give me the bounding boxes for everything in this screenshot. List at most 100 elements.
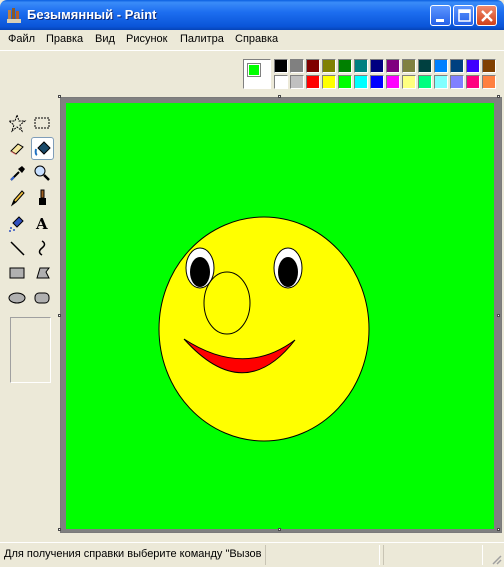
color-swatch[interactable] [306,75,320,89]
free-form-select-icon [7,113,27,133]
color-swatch[interactable] [466,75,480,89]
line-icon [10,241,25,256]
drawing-canvas[interactable] [66,103,494,529]
smiley-face [158,216,370,442]
polygon-icon [36,267,50,279]
color-box [0,50,504,94]
pencil-icon [10,190,25,207]
tool-airbrush[interactable] [6,212,29,235]
rect-select-icon [34,117,50,129]
color-swatch[interactable] [290,75,304,89]
minimize-icon [436,19,444,22]
tool-free-form-select[interactable] [6,112,29,135]
menu-palette[interactable]: Палитра [180,33,224,45]
color-swatch[interactable] [418,59,432,73]
color-swatch[interactable] [386,59,400,73]
magnifier-icon [34,165,50,181]
tool-options-panel[interactable] [10,317,51,383]
status-panel-position [265,545,380,565]
color-swatch[interactable] [322,59,336,73]
minimize-button[interactable] [430,5,451,26]
color-swatch[interactable] [354,59,368,73]
maximize-button[interactable] [453,5,474,26]
rounded-rectangle-icon [34,292,50,304]
tool-box: A [3,112,57,392]
color-swatch[interactable] [338,75,352,89]
right-eye-pupil [278,257,298,287]
menu-bar: Файл Правка Вид Рисунок Палитра Справка [0,30,504,50]
color-swatch[interactable] [434,75,448,89]
tool-rectangle[interactable] [6,262,29,285]
resize-grip-icon[interactable] [490,553,502,565]
ellipse-icon [8,292,26,304]
color-swatch[interactable] [466,59,480,73]
status-text: Для получения справки выберите команду "… [4,548,262,560]
foreground-color[interactable] [247,63,261,77]
menu-view[interactable]: Вид [95,33,115,45]
color-swatch[interactable] [402,59,416,73]
menu-help[interactable]: Справка [235,33,278,45]
color-swatch[interactable] [274,75,288,89]
resize-handle[interactable] [497,95,500,98]
fill-bucket-icon [34,141,51,156]
tool-curve[interactable] [31,237,54,260]
color-picker-icon [10,166,25,181]
tool-polygon[interactable] [31,262,54,285]
svg-text:A: A [35,215,48,233]
color-swatch[interactable] [386,75,400,89]
color-swatch[interactable] [450,75,464,89]
color-swatch[interactable] [322,75,336,89]
airbrush-icon [9,216,24,232]
resize-handle[interactable] [278,95,281,98]
tool-color-picker[interactable] [6,162,29,185]
resize-handle[interactable] [58,528,61,531]
tool-ellipse[interactable] [6,287,29,310]
color-swatch[interactable] [450,59,464,73]
color-swatch[interactable] [482,59,496,73]
status-panel-size [383,545,483,565]
tool-fill[interactable] [31,137,54,160]
tool-pencil[interactable] [6,187,29,210]
left-eye-pupil [190,257,210,287]
menu-edit[interactable]: Правка [46,33,83,45]
color-swatch[interactable] [306,59,320,73]
resize-handle[interactable] [497,314,500,317]
color-swatch[interactable] [402,75,416,89]
title-bar: Безымянный - Paint [0,0,504,30]
menu-image[interactable]: Рисунок [126,33,168,45]
resize-handle[interactable] [497,528,500,531]
menu-file[interactable]: Файл [8,33,35,45]
resize-handle[interactable] [58,95,61,98]
status-bar: Для получения справки выберите команду "… [0,542,504,567]
tool-brush[interactable] [31,187,54,210]
curve-icon [38,240,46,256]
current-colors[interactable] [243,59,271,89]
tool-rounded-rectangle[interactable] [31,287,54,310]
window-title: Безымянный - Paint [27,7,157,22]
text-icon: A [35,215,48,233]
color-swatch[interactable] [354,75,368,89]
tool-text[interactable]: A [31,212,54,235]
color-swatch[interactable] [274,59,288,73]
color-swatch[interactable] [434,59,448,73]
tool-eraser[interactable] [6,137,29,160]
tool-magnifier[interactable] [31,162,54,185]
paint-app-icon [7,8,21,23]
color-swatch[interactable] [290,59,304,73]
color-swatch[interactable] [370,75,384,89]
color-swatch[interactable] [338,59,352,73]
color-swatch[interactable] [482,75,496,89]
maximize-icon [458,9,471,22]
color-swatch[interactable] [370,59,384,73]
resize-handle[interactable] [58,314,61,317]
eraser-icon [10,143,24,155]
close-icon [481,10,493,22]
color-swatch[interactable] [418,75,432,89]
rectangle-icon [9,267,25,279]
canvas-area [58,95,502,533]
close-button[interactable] [476,5,497,26]
tool-line[interactable] [6,237,29,260]
tool-rect-select[interactable] [31,112,54,135]
resize-handle[interactable] [278,528,281,531]
brush-icon [39,189,46,205]
